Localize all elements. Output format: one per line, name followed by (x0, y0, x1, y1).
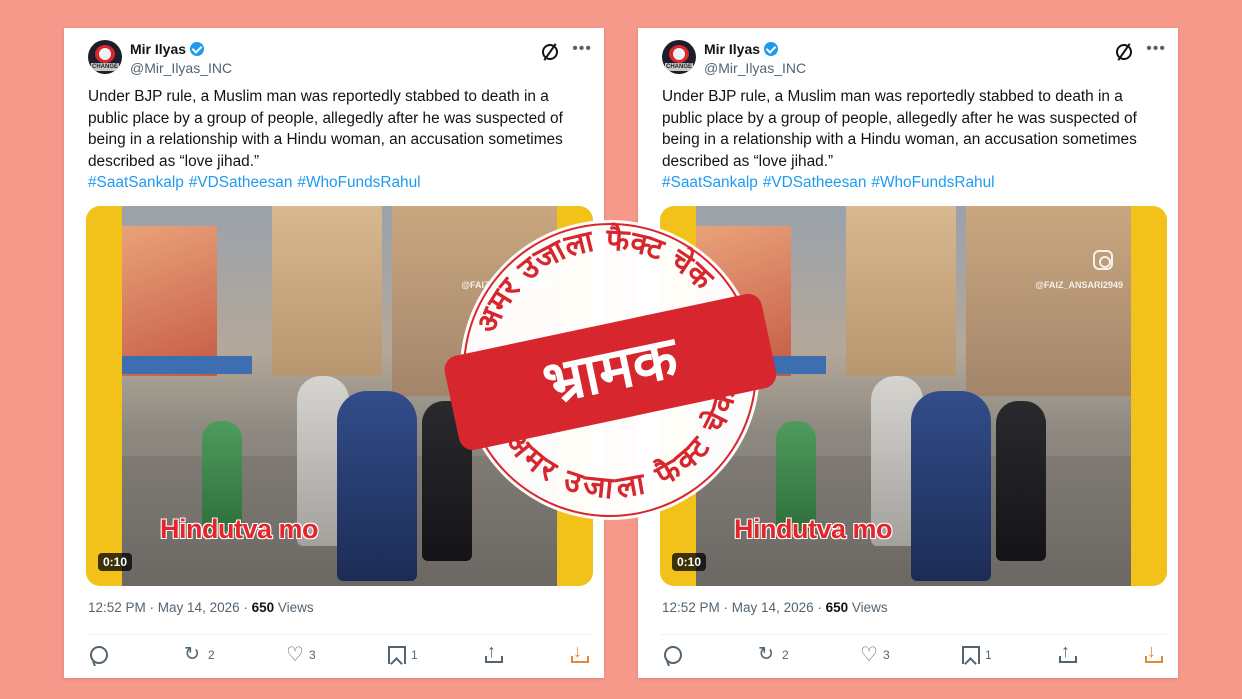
tweet-text: Under BJP rule, a Muslim man was reporte… (88, 86, 588, 194)
verified-badge-icon (190, 42, 205, 56)
tweet-text-line: Under BJP rule, a Muslim man was reporte… (88, 88, 549, 105)
tweet-meta: 12:52 PM · May 14, 2026 · 650 Views (88, 600, 314, 615)
tweet-text-line: public place by a group of people, alleg… (88, 109, 563, 127)
views-label: Views (848, 600, 888, 615)
download-button[interactable] (1144, 641, 1167, 666)
tweet-time[interactable]: 12:52 PM (662, 600, 720, 615)
reply-button[interactable] (90, 644, 113, 666)
meta-separator: · (719, 600, 732, 615)
hashtag-link[interactable]: #WhoFundsRahul (297, 174, 420, 191)
bookmark-count: 1 (985, 648, 992, 662)
share-icon (484, 641, 503, 664)
divider (660, 634, 1166, 635)
reply-button[interactable] (664, 644, 687, 666)
author-name[interactable]: Mir Ilyas (704, 41, 779, 57)
tweet-text-line: being in a relationship with a Hindu wom… (88, 131, 563, 149)
verified-badge-icon (764, 42, 779, 56)
bookmark-icon (962, 646, 980, 664)
views-label: Views (274, 600, 314, 615)
meta-separator: · (813, 600, 826, 615)
reply-icon (90, 646, 108, 664)
repost-count: 2 (782, 648, 789, 662)
views-count: 650 (251, 600, 275, 615)
download-icon (1144, 641, 1163, 664)
hashtag-link[interactable]: #WhoFundsRahul (871, 174, 994, 191)
tweet-text-line: Under BJP rule, a Muslim man was reporte… (662, 88, 1123, 105)
grok-icon[interactable] (1116, 44, 1132, 60)
author-handle[interactable]: @Mir_Ilyas_INC (704, 60, 806, 76)
action-bar: 2 3 1 (662, 641, 1167, 668)
hashtags: #SaatSankalp #VDSatheesan #WhoFundsRahul (662, 172, 1162, 194)
share-button[interactable] (484, 641, 507, 666)
action-bar: 2 3 1 (88, 641, 593, 668)
bookmark-button[interactable]: 1 (388, 644, 418, 666)
tweet-date[interactable]: May 14, 2026 (158, 600, 240, 615)
avatar-text: CHANGE (665, 63, 693, 71)
tweet-header: CHANGE Mir Ilyas @Mir_Ilyas_INC ••• (662, 38, 1166, 78)
tweet-text-line: described as “love jihad.” (88, 152, 260, 170)
repost-button[interactable]: 2 (184, 643, 215, 666)
tweet-meta: 12:52 PM · May 14, 2026 · 650 Views (662, 600, 888, 615)
video-timecode: 0:10 (672, 553, 707, 571)
share-icon (1058, 641, 1077, 664)
grok-icon[interactable] (542, 44, 558, 60)
like-button[interactable]: 3 (286, 642, 316, 667)
tweet-time[interactable]: 12:52 PM (88, 600, 146, 615)
like-count: 3 (883, 648, 890, 662)
video-timecode: 0:10 (98, 553, 133, 571)
divider (86, 634, 592, 635)
heart-icon (860, 642, 878, 667)
avatar[interactable]: CHANGE (662, 40, 696, 74)
bookmark-icon (388, 646, 406, 664)
meta-separator: · (239, 600, 252, 615)
more-options-icon[interactable]: ••• (1146, 40, 1166, 58)
hashtag-link[interactable]: #VDSatheesan (763, 174, 867, 191)
tweet-date[interactable]: May 14, 2026 (732, 600, 814, 615)
hashtag-link[interactable]: #SaatSankalp (662, 174, 758, 191)
share-button[interactable] (1058, 641, 1081, 666)
tweet-text-line: public place by a group of people, alleg… (662, 109, 1137, 127)
tweet-text-line: described as “love jihad.” (662, 152, 834, 170)
author-name-text[interactable]: Mir Ilyas (704, 41, 760, 57)
hashtags: #SaatSankalp #VDSatheesan #WhoFundsRahul (88, 172, 588, 194)
tweet-text: Under BJP rule, a Muslim man was reporte… (662, 86, 1162, 194)
instagram-icon (1093, 250, 1113, 270)
video-caption: Hindutva mo (160, 514, 319, 544)
more-options-icon[interactable]: ••• (572, 40, 592, 58)
video-watermark: @FAIZ_ANSARI2949 (1035, 280, 1123, 290)
avatar[interactable]: CHANGE (88, 40, 122, 74)
reply-icon (664, 646, 682, 664)
heart-icon (286, 642, 304, 667)
like-button[interactable]: 3 (860, 642, 890, 667)
author-name-text[interactable]: Mir Ilyas (130, 41, 186, 57)
author-handle[interactable]: @Mir_Ilyas_INC (130, 60, 232, 76)
hashtag-link[interactable]: #VDSatheesan (189, 174, 293, 191)
avatar-text: CHANGE (91, 63, 119, 71)
bookmark-count: 1 (411, 648, 418, 662)
repost-button[interactable]: 2 (758, 643, 789, 666)
bookmark-button[interactable]: 1 (962, 644, 992, 666)
download-button[interactable] (570, 641, 593, 666)
views-count: 650 (825, 600, 849, 615)
fact-check-stamp: अमर उजाला फैक्ट चेक अमर उजाला फैक्ट चेक … (444, 220, 777, 520)
tweet-text-line: being in a relationship with a Hindu wom… (662, 131, 1137, 149)
author-name[interactable]: Mir Ilyas (130, 41, 205, 57)
like-count: 3 (309, 648, 316, 662)
meta-separator: · (145, 600, 158, 615)
repost-icon (184, 643, 203, 666)
tweet-header: CHANGE Mir Ilyas @Mir_Ilyas_INC ••• (88, 38, 592, 78)
repost-icon (758, 643, 777, 666)
download-icon (570, 641, 589, 664)
hashtag-link[interactable]: #SaatSankalp (88, 174, 184, 191)
repost-count: 2 (208, 648, 215, 662)
